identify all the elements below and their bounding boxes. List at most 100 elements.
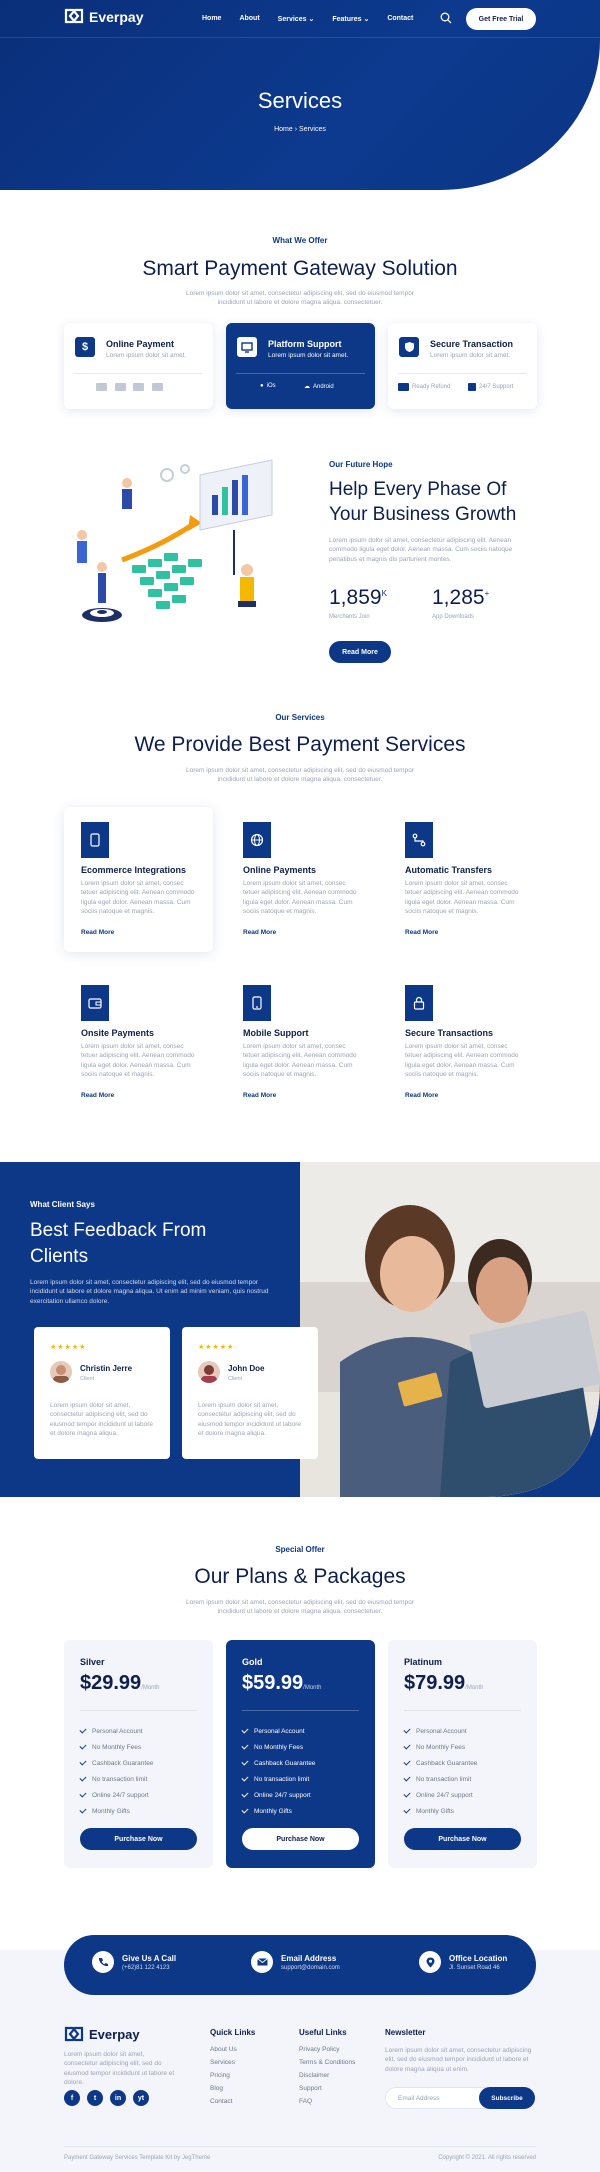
nav-features[interactable]: Features ⌄: [332, 15, 369, 23]
card-platform-support[interactable]: Platform Support Lorem ipsum dolor sit a…: [226, 323, 375, 409]
read-more-button[interactable]: Read More: [329, 641, 391, 663]
card-secure-transaction[interactable]: Secure Transaction Lorem ipsum dolor sit…: [388, 323, 537, 409]
nav-home[interactable]: Home: [202, 15, 221, 23]
feedback-section: What Client Says Best Feedback From Clie…: [0, 1162, 600, 1497]
navbar: Everpay Home About Services ⌄ Features ⌄…: [0, 0, 600, 38]
phone-icon: [92, 1951, 114, 1973]
plan-gold: Gold $59.99/Month Personal Account No Mo…: [226, 1640, 375, 1868]
nav-services[interactable]: Services ⌄: [278, 15, 315, 23]
nav-about[interactable]: About: [239, 15, 259, 23]
nav-contact[interactable]: Contact: [387, 15, 413, 23]
feedback-text: Lorem ipsum dolor sit amet, consectetur …: [30, 1279, 269, 1305]
check-icon: [241, 1758, 249, 1766]
testimonial-card: ★★★★★ John Doe Client Lorem ipsum dolor …: [182, 1327, 318, 1459]
divider: [398, 373, 527, 374]
read-more-link[interactable]: Read More: [81, 929, 114, 936]
feature-item: No Monthly Fees: [241, 1739, 315, 1755]
divider: [74, 373, 203, 374]
footer-link[interactable]: Pricing: [210, 2072, 255, 2085]
pricing-text: Lorem ipsum dolor sit amet, consectetur …: [186, 1599, 414, 1616]
check-icon: [403, 1774, 411, 1782]
footer-link[interactable]: Services: [210, 2059, 255, 2072]
footer-link[interactable]: Contact: [210, 2098, 255, 2111]
service-secure-transactions[interactable]: Secure Transactions Lorem ipsum dolor si…: [388, 970, 537, 1115]
contact-title: Give Us A Call: [122, 1953, 177, 1963]
service-desc: Lorem ipsum dolor sit amet, consec tetue…: [405, 880, 519, 916]
read-more-link[interactable]: Read More: [81, 1092, 114, 1099]
android-label: Android: [313, 383, 334, 390]
chevron-down-icon: ⌄: [308, 16, 315, 23]
feature-label: Cashback Guarantee: [92, 1759, 154, 1767]
footer-logo[interactable]: Everpay: [64, 2026, 140, 2043]
search-icon[interactable]: [440, 12, 452, 24]
linkedin-icon[interactable]: in: [110, 2090, 126, 2106]
facebook-icon[interactable]: f: [64, 2090, 80, 2106]
price-period: /Month: [303, 1685, 322, 1691]
contact-phone[interactable]: Give Us A Call (+62)81 122 4123: [92, 1951, 176, 1973]
service-title: Online Payments: [243, 865, 317, 875]
mail-icon: [251, 1951, 273, 1973]
service-automatic-transfers[interactable]: Automatic Transfers Lorem ipsum dolor si…: [388, 807, 537, 952]
contact-email[interactable]: Email Address support@domain.com: [251, 1951, 340, 1973]
service-online-payments[interactable]: Online Payments Lorem ipsum dolor sit am…: [226, 807, 375, 952]
feature-item: Personal Account: [241, 1723, 315, 1739]
service-onsite-payments[interactable]: Onsite Payments Lorem ipsum dolor sit am…: [64, 970, 213, 1115]
purchase-button[interactable]: Purchase Now: [242, 1828, 359, 1850]
read-more-link[interactable]: Read More: [405, 929, 438, 936]
footer-link[interactable]: FAQ: [299, 2098, 355, 2111]
wallet-icon: [81, 985, 109, 1021]
avatar: [50, 1361, 72, 1383]
feature-label: Online 24/7 support: [416, 1791, 473, 1799]
purchase-button[interactable]: Purchase Now: [80, 1828, 197, 1850]
stat-suffix: K: [381, 589, 387, 598]
read-more-link[interactable]: Read More: [405, 1092, 438, 1099]
read-more-link[interactable]: Read More: [243, 1092, 276, 1099]
feature-item: Monthly Gifts: [79, 1803, 153, 1819]
paypal-icon: [133, 383, 145, 391]
logo[interactable]: Everpay: [64, 8, 143, 25]
footer-link[interactable]: Support: [299, 2085, 355, 2098]
price-value: $79.99: [404, 1672, 466, 1694]
rating-stars: ★★★★★: [50, 1344, 87, 1351]
feature-item: Monthly Gifts: [241, 1803, 315, 1819]
feature-refund: Ready Refund: [398, 383, 450, 391]
check-icon: [79, 1758, 87, 1766]
service-desc: Lorem ipsum dolor sit amet, consec tetue…: [243, 1043, 357, 1079]
service-desc: Lorem ipsum dolor sit amet, consec tetue…: [405, 1043, 519, 1079]
card-sub: Lorem ipsum dolor sit amet.: [268, 352, 349, 359]
free-trial-button[interactable]: Get Free Trial: [466, 8, 536, 30]
lock-icon: [405, 985, 433, 1021]
card-online-payment[interactable]: $ Online Payment Lorem ipsum dolor sit a…: [64, 323, 213, 409]
feature-item: Cashback Guarantee: [79, 1755, 154, 1771]
footer-link[interactable]: Privacy Policy: [299, 2046, 355, 2059]
price-value: $29.99: [80, 1672, 142, 1694]
platform-android: ☁ Android: [304, 383, 334, 391]
breadcrumb-home[interactable]: Home: [274, 126, 293, 133]
contact-location[interactable]: Office Location Jl. Sunset Road 46: [419, 1951, 507, 1973]
twitter-icon[interactable]: t: [87, 2090, 103, 2106]
footer-link[interactable]: Terms & Conditions: [299, 2059, 355, 2072]
feature-label: No transaction limit: [254, 1775, 310, 1783]
feature-support: 24/7 Support: [468, 383, 513, 391]
youtube-icon[interactable]: yt: [133, 2090, 149, 2106]
footer-link[interactable]: About Us: [210, 2046, 255, 2059]
purchase-button[interactable]: Purchase Now: [404, 1828, 521, 1850]
subscribe-button[interactable]: Subscribe: [479, 2087, 535, 2109]
feature-list: Personal Account No Monthly Fees Cashbac…: [79, 1723, 154, 1819]
contact-value: Jl. Sunset Road 46: [449, 1964, 500, 1971]
feature-label: Personal Account: [416, 1727, 467, 1735]
plan-price: $29.99/Month: [80, 1672, 160, 1695]
footer-link[interactable]: Blog: [210, 2085, 255, 2098]
read-more-link[interactable]: Read More: [243, 929, 276, 936]
price-value: $59.99: [242, 1672, 304, 1694]
footer-link[interactable]: Disclaimer: [299, 2072, 355, 2085]
feedback-title-line1: Best Feedback From: [30, 1220, 207, 1241]
feature-label: No Monthly Fees: [92, 1743, 142, 1751]
feature-label: Monthly Gifts: [254, 1807, 292, 1815]
service-mobile-support[interactable]: Mobile Support Lorem ipsum dolor sit ame…: [226, 970, 375, 1115]
platform-ios: ● iOs: [260, 383, 276, 389]
breadcrumb: Home › Services: [0, 126, 600, 133]
check-icon: [241, 1774, 249, 1782]
pricing-kicker: Special Offer: [275, 1545, 325, 1554]
service-ecommerce[interactable]: Ecommerce Integrations Lorem ipsum dolor…: [64, 807, 213, 952]
